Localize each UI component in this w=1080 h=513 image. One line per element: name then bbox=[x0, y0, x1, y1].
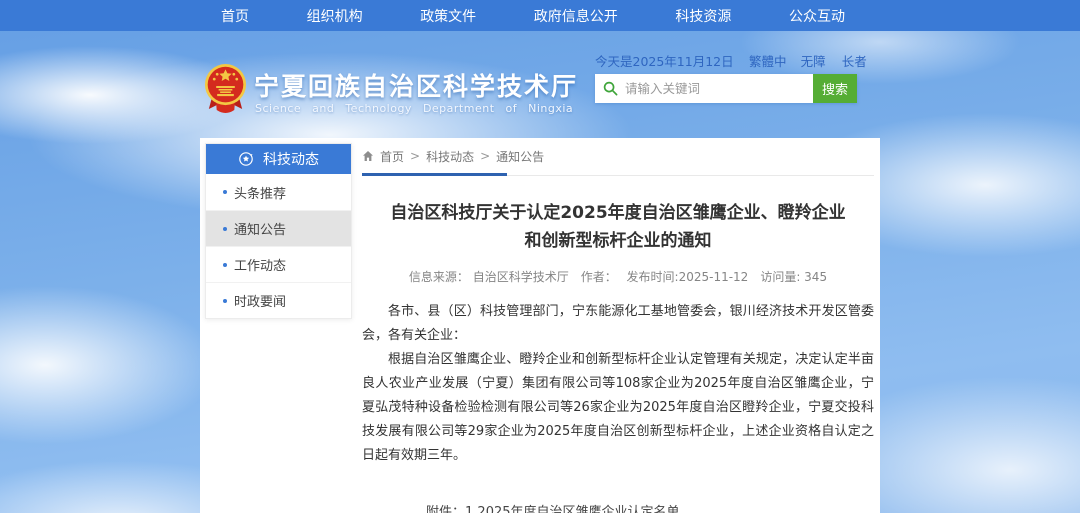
breadcrumb-separator: > bbox=[480, 149, 490, 163]
site-title: 宁夏回族自治区科学技术厅 bbox=[254, 67, 578, 103]
sidebar-header: 科技动态 bbox=[206, 144, 351, 174]
article-paragraph: 根据自治区雏鹰企业、瞪羚企业和创新型标杆企业认定管理有关规定，决定认定半亩良人农… bbox=[362, 348, 874, 468]
breadcrumb-separator: > bbox=[410, 149, 420, 163]
search-button[interactable]: 搜索 bbox=[813, 74, 857, 103]
article-column: 首页 > 科技动态 > 通知公告 自治区科技厅关于认定2025年度自治区雏鹰企业… bbox=[362, 144, 874, 513]
sidebar: 科技动态 头条推荐 通知公告 工作动态 时政要闻 bbox=[205, 143, 352, 319]
attachments-label: 附件： bbox=[426, 501, 465, 513]
attachment-link-1[interactable]: 1.2025年度自治区雏鹰企业认定名单 bbox=[465, 501, 719, 513]
star-circle-icon bbox=[238, 151, 254, 167]
nav-item-gov-info-disclosure[interactable]: 政府信息公开 bbox=[526, 6, 626, 26]
site-subtitle: Science and Technology Department of Nin… bbox=[255, 102, 573, 115]
home-icon bbox=[362, 150, 374, 162]
breadcrumb-notices[interactable]: 通知公告 bbox=[496, 148, 544, 165]
nav-item-sci-tech-resources[interactable]: 科技资源 bbox=[667, 6, 739, 26]
search-icon bbox=[603, 81, 618, 96]
sidebar-item-label: 头条推荐 bbox=[234, 183, 286, 202]
nav-item-policy-documents[interactable]: 政策文件 bbox=[412, 6, 484, 26]
article-meta: 信息来源： 自治区科学技术厅 作者： 发布时间:2025-11-12 访问量: … bbox=[362, 268, 874, 285]
attachments-list: 1.2025年度自治区雏鹰企业认定名单 2.2025年度自治区瞪羚企业认定名单 … bbox=[465, 501, 719, 513]
sidebar-item-label: 工作动态 bbox=[234, 255, 286, 274]
top-navigation-items: 首页 组织机构 政策文件 政府信息公开 科技资源 公众互动 bbox=[213, 0, 853, 31]
article-title-line1: 自治区科技厅关于认定2025年度自治区雏鹰企业、瞪羚企业 bbox=[390, 203, 845, 223]
breadcrumb-sci-tech-news[interactable]: 科技动态 bbox=[426, 148, 474, 165]
search-input[interactable] bbox=[595, 74, 813, 103]
attachments-block: 附件： 1.2025年度自治区雏鹰企业认定名单 2.2025年度自治区瞪羚企业认… bbox=[426, 501, 874, 513]
bullet-dot-icon bbox=[223, 190, 227, 194]
breadcrumb: 首页 > 科技动态 > 通知公告 bbox=[362, 144, 874, 168]
top-navigation: 首页 组织机构 政策文件 政府信息公开 科技资源 公众互动 bbox=[0, 0, 1080, 31]
sidebar-item-label: 时政要闻 bbox=[234, 291, 286, 310]
main-panel: 科技动态 头条推荐 通知公告 工作动态 时政要闻 bbox=[200, 138, 880, 513]
sidebar-item-work-updates[interactable]: 工作动态 bbox=[206, 246, 351, 282]
sidebar-item-current-politics[interactable]: 时政要闻 bbox=[206, 282, 351, 318]
article-title-line2: 和创新型标杆企业的通知 bbox=[525, 231, 712, 251]
nav-item-home[interactable]: 首页 bbox=[213, 6, 257, 26]
nav-item-organization[interactable]: 组织机构 bbox=[299, 6, 371, 26]
article-body: 各市、县（区）科技管理部门，宁东能源化工基地管委会，银川经济技术开发区管委会，各… bbox=[362, 300, 874, 468]
sidebar-item-label: 通知公告 bbox=[234, 219, 286, 238]
nav-item-public-interaction[interactable]: 公众互动 bbox=[781, 6, 853, 26]
sidebar-item-notices[interactable]: 通知公告 bbox=[206, 210, 351, 246]
bullet-dot-icon bbox=[223, 227, 227, 231]
article-title: 自治区科技厅关于认定2025年度自治区雏鹰企业、瞪羚企业 和创新型标杆企业的通知 bbox=[362, 199, 874, 255]
page: 首页 组织机构 政策文件 政府信息公开 科技资源 公众互动 宁夏回族自治区科学技… bbox=[0, 0, 1080, 513]
article-paragraph: 各市、县（区）科技管理部门，宁东能源化工基地管委会，银川经济技术开发区管委会，各… bbox=[362, 300, 874, 348]
sidebar-item-headline-recommend[interactable]: 头条推荐 bbox=[206, 174, 351, 210]
sidebar-title: 科技动态 bbox=[263, 149, 319, 169]
bullet-dot-icon bbox=[223, 263, 227, 267]
national-emblem-logo bbox=[202, 61, 249, 114]
divider-accent bbox=[362, 173, 507, 176]
breadcrumb-divider bbox=[362, 173, 874, 176]
breadcrumb-home[interactable]: 首页 bbox=[380, 148, 404, 165]
bullet-dot-icon bbox=[223, 299, 227, 303]
search-bar: 搜索 bbox=[595, 74, 857, 103]
search-box bbox=[595, 74, 813, 103]
